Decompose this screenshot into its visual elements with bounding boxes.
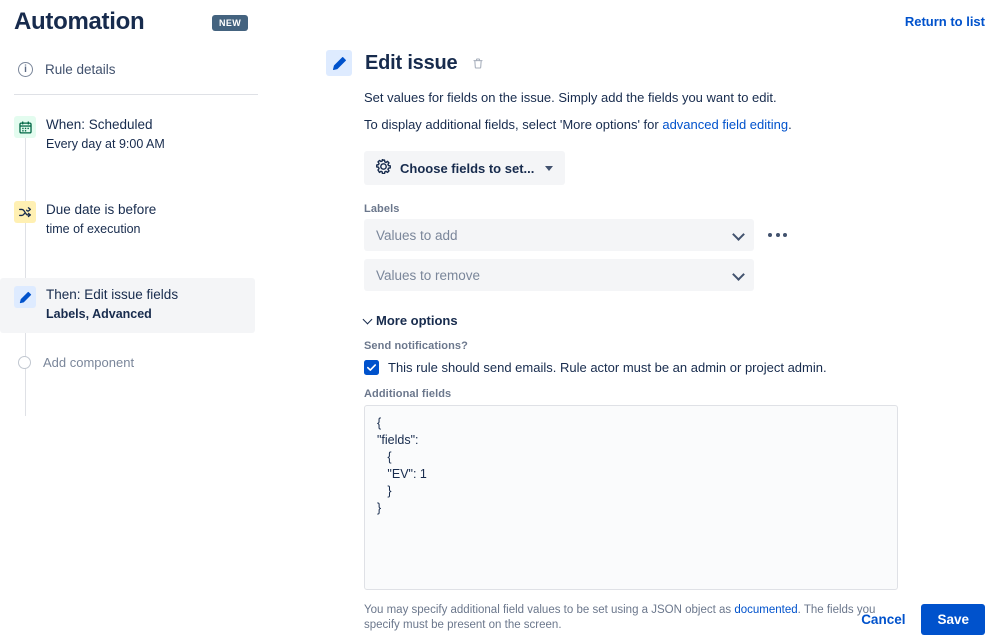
gear-icon	[376, 159, 391, 177]
save-button[interactable]: Save	[921, 604, 985, 635]
tree-node-title: Then: Edit issue fields	[46, 286, 178, 304]
description-prefix: To display additional fields, select 'Mo…	[364, 117, 662, 132]
tree-node-title: When: Scheduled	[46, 116, 165, 134]
pencil-icon	[326, 50, 352, 76]
panel-description-line2: To display additional fields, select 'Mo…	[364, 115, 986, 135]
pencil-icon	[14, 286, 36, 308]
page-title: Automation	[14, 8, 144, 36]
additional-fields-textarea[interactable]	[364, 405, 898, 590]
ellipsis-dot	[768, 233, 772, 237]
info-icon: i	[18, 62, 33, 77]
tree-node-condition[interactable]: Due date is before time of execution	[0, 193, 300, 248]
values-to-add-row: Values to add	[364, 219, 900, 251]
tree-node-title: Due date is before	[46, 201, 156, 219]
edit-issue-form: Choose fields to set... Labels Values to…	[364, 151, 900, 633]
ellipsis-dot	[776, 233, 780, 237]
labels-more-menu-button[interactable]	[764, 227, 791, 243]
tree-node-subtitle: Labels, Advanced	[46, 305, 178, 323]
tree-node-trigger-text: When: Scheduled Every day at 9:00 AM	[46, 116, 165, 153]
rule-details-label: Rule details	[45, 62, 116, 77]
chevron-down-icon	[545, 166, 553, 171]
checkbox-checked-icon[interactable]	[364, 360, 379, 375]
more-options-toggle[interactable]: More options	[364, 313, 458, 328]
hint-prefix: You may specify additional field values …	[364, 604, 734, 616]
values-to-add-placeholder: Values to add	[376, 228, 458, 243]
chevron-down-icon	[732, 228, 745, 241]
values-to-add-select[interactable]: Values to add	[364, 219, 754, 251]
rule-component-sidebar: i Rule details	[0, 56, 300, 396]
additional-fields-label: Additional fields	[364, 388, 900, 400]
sidebar-divider	[14, 94, 258, 95]
choose-fields-label: Choose fields to set...	[400, 161, 534, 176]
tree-node-condition-text: Due date is before time of execution	[46, 201, 156, 238]
choose-fields-button[interactable]: Choose fields to set...	[364, 151, 565, 185]
circle-outline-icon	[18, 356, 31, 369]
shuffle-icon	[14, 201, 36, 223]
ellipsis-dot	[783, 233, 787, 237]
documented-link[interactable]: documented	[734, 604, 797, 616]
send-notifications-label: Send notifications?	[364, 340, 900, 352]
tree-node-subtitle: Every day at 9:00 AM	[46, 135, 165, 153]
sidebar-item-rule-details[interactable]: i Rule details	[0, 56, 300, 83]
panel-header: Edit issue	[326, 50, 986, 76]
description-suffix: .	[788, 117, 792, 132]
return-to-list-link[interactable]: Return to list	[905, 14, 985, 29]
calendar-icon	[14, 116, 36, 138]
form-actions: Cancel Save	[857, 604, 985, 635]
tree-node-subtitle: time of execution	[46, 220, 156, 238]
chevron-down-icon	[732, 268, 745, 281]
cancel-button[interactable]: Cancel	[857, 606, 909, 633]
add-component-label: Add component	[43, 355, 134, 370]
new-badge: NEW	[212, 15, 248, 31]
send-notifications-text: This rule should send emails. Rule actor…	[388, 359, 827, 376]
panel-description-line1: Set values for fields on the issue. Simp…	[364, 88, 986, 108]
values-to-remove-select[interactable]: Values to remove	[364, 259, 754, 291]
advanced-field-editing-link[interactable]: advanced field editing	[662, 117, 788, 132]
values-to-remove-placeholder: Values to remove	[376, 268, 480, 283]
edit-issue-panel: Edit issue Set values for fields on the …	[326, 50, 986, 633]
tree-node-trigger[interactable]: When: Scheduled Every day at 9:00 AM	[0, 108, 300, 163]
tree-node-action-selected[interactable]: Then: Edit issue fields Labels, Advanced	[0, 278, 255, 333]
chevron-down-icon	[363, 314, 373, 324]
labels-field-label: Labels	[364, 203, 900, 215]
automation-rule-editor-page: Automation NEW Return to list i Rule det…	[0, 0, 999, 639]
additional-fields-hint: You may specify additional field values …	[364, 603, 884, 633]
tree-node-action-text: Then: Edit issue fields Labels, Advanced	[46, 286, 178, 323]
component-tree: When: Scheduled Every day at 9:00 AM Due…	[0, 108, 300, 376]
send-notifications-checkbox-row[interactable]: This rule should send emails. Rule actor…	[364, 359, 900, 376]
panel-title: Edit issue	[365, 52, 457, 75]
more-options-label: More options	[376, 313, 458, 328]
add-component-button[interactable]: Add component	[0, 349, 300, 376]
trash-icon[interactable]	[472, 57, 484, 70]
